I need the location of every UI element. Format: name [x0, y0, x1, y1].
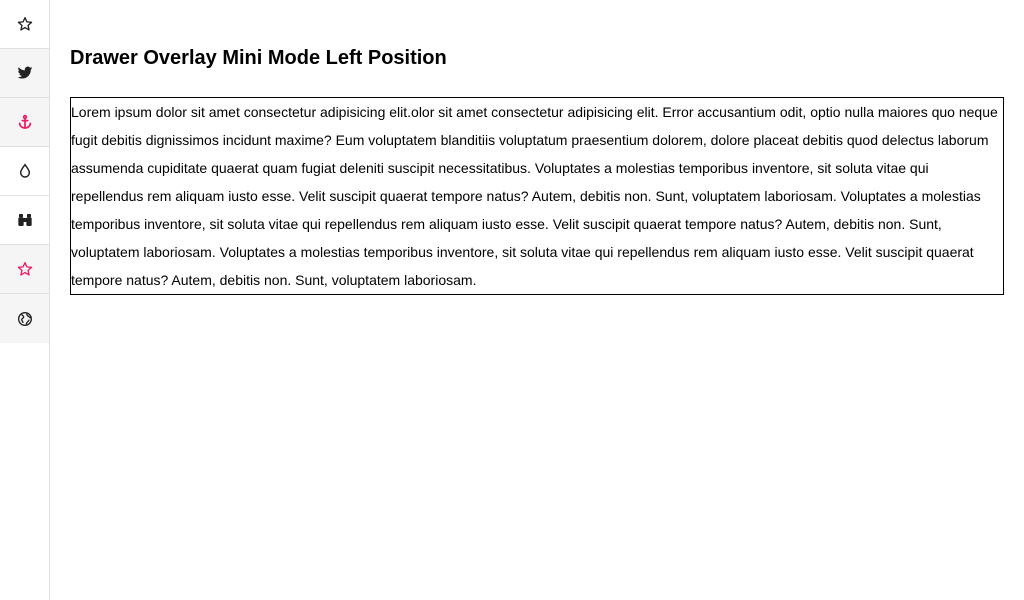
star-outline-icon [17, 261, 33, 277]
twitter-icon [17, 65, 33, 81]
drawer-item-star[interactable] [0, 0, 49, 49]
binoculars-icon [17, 212, 33, 228]
drawer-item-favorites[interactable] [0, 245, 49, 294]
drop-icon [17, 163, 33, 179]
drawer-item-drop[interactable] [0, 147, 49, 196]
drawer-item-binoculars[interactable] [0, 196, 49, 245]
globe-icon [17, 311, 33, 327]
drawer-item-twitter[interactable] [0, 49, 49, 98]
lorem-content-box: Lorem ipsum dolor sit amet consectetur a… [70, 97, 1004, 295]
anchor-icon [17, 114, 33, 130]
body-text: Lorem ipsum dolor sit amet consectetur a… [71, 104, 998, 288]
star-outline-icon [17, 16, 33, 32]
page-title: Drawer Overlay Mini Mode Left Position [70, 47, 447, 69]
drawer-item-globe[interactable] [0, 294, 49, 343]
drawer-item-anchor[interactable] [0, 98, 49, 147]
mini-drawer [0, 0, 50, 600]
